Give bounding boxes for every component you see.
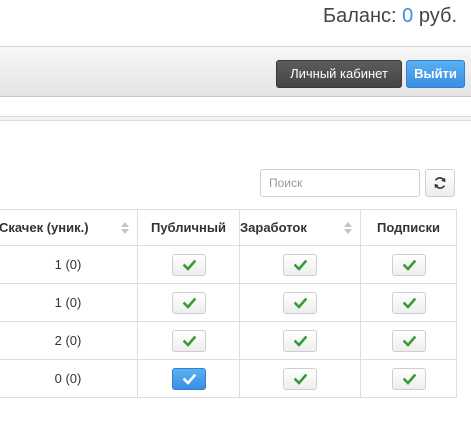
earnings-cell bbox=[239, 359, 361, 398]
public-toggle-button[interactable] bbox=[171, 253, 206, 276]
public-toggle-button[interactable] bbox=[171, 291, 206, 314]
public-cell bbox=[137, 321, 240, 360]
earnings-cell bbox=[239, 321, 361, 360]
table-row: 1 (0) bbox=[0, 245, 457, 284]
sub-bar bbox=[0, 97, 471, 117]
check-icon bbox=[402, 297, 416, 309]
search-input[interactable] bbox=[260, 169, 420, 197]
earnings-toggle-button[interactable] bbox=[283, 367, 317, 390]
column-header-public[interactable]: Публичный bbox=[137, 209, 240, 246]
earnings-toggle-button[interactable] bbox=[283, 291, 317, 314]
check-icon bbox=[402, 335, 416, 347]
column-header-earnings[interactable]: Заработок bbox=[239, 209, 361, 246]
downloads-cell: 1 (0) bbox=[0, 245, 138, 284]
table-row: 2 (0) bbox=[0, 321, 457, 360]
downloads-cell: 2 (0) bbox=[0, 321, 138, 360]
column-header-label: Публичный bbox=[150, 220, 227, 235]
sort-icon bbox=[121, 222, 129, 234]
earnings-cell bbox=[239, 283, 361, 322]
public-toggle-button[interactable] bbox=[171, 329, 206, 352]
downloads-cell: 0 (0) bbox=[0, 359, 138, 398]
public-cell bbox=[137, 283, 240, 322]
check-icon bbox=[402, 373, 416, 385]
sort-icon bbox=[344, 222, 352, 234]
earnings-cell bbox=[239, 245, 361, 284]
check-icon bbox=[182, 259, 196, 271]
public-cell bbox=[137, 359, 240, 398]
check-icon bbox=[402, 259, 416, 271]
check-icon bbox=[294, 335, 307, 347]
table-body: 1 (0) 1 (0) 2 (0) 0 (0) bbox=[0, 245, 457, 398]
refresh-icon bbox=[434, 177, 446, 189]
column-header-subscriptions[interactable]: Подписки bbox=[360, 209, 457, 246]
subscriptions-toggle-button[interactable] bbox=[391, 291, 426, 314]
subscriptions-toggle-button[interactable] bbox=[391, 367, 426, 390]
check-icon bbox=[182, 335, 196, 347]
column-header-label: Скачек (уник.) bbox=[0, 220, 89, 235]
check-icon bbox=[182, 373, 196, 385]
subscriptions-cell bbox=[360, 245, 457, 284]
files-table: Скачек (уник.) Публичный Заработок Подпи… bbox=[0, 209, 457, 398]
earnings-toggle-button[interactable] bbox=[283, 253, 317, 276]
column-header-label: Подписки bbox=[377, 220, 440, 235]
table-header-row: Скачек (уник.) Публичный Заработок Подпи… bbox=[0, 209, 457, 246]
personal-cabinet-button[interactable]: Личный кабинет bbox=[276, 60, 402, 88]
column-header-label: Заработок bbox=[240, 220, 307, 235]
top-bar: Баланс: 0 руб. bbox=[0, 0, 471, 46]
downloads-cell: 1 (0) bbox=[0, 283, 138, 322]
logout-button[interactable]: Выйти bbox=[406, 60, 465, 88]
balance-amount[interactable]: 0 bbox=[402, 5, 413, 27]
balance-display: Баланс: 0 руб. bbox=[323, 5, 457, 28]
balance-currency: руб. bbox=[418, 5, 457, 27]
check-icon bbox=[294, 373, 307, 385]
check-icon bbox=[182, 297, 196, 309]
subscriptions-toggle-button[interactable] bbox=[391, 329, 426, 352]
subscriptions-cell bbox=[360, 359, 457, 398]
earnings-toggle-button[interactable] bbox=[283, 329, 317, 352]
check-icon bbox=[294, 259, 307, 271]
balance-label: Баланс: bbox=[322, 5, 397, 27]
public-toggle-button[interactable] bbox=[171, 367, 206, 390]
table-row: 0 (0) bbox=[0, 359, 457, 398]
subscriptions-cell bbox=[360, 283, 457, 322]
subscriptions-cell bbox=[360, 321, 457, 360]
table-row: 1 (0) bbox=[0, 283, 457, 322]
check-icon bbox=[294, 297, 307, 309]
navbar: Личный кабинет Выйти bbox=[0, 46, 471, 97]
public-cell bbox=[137, 245, 240, 284]
subscriptions-toggle-button[interactable] bbox=[391, 253, 426, 276]
column-header-downloads[interactable]: Скачек (уник.) bbox=[0, 209, 138, 246]
refresh-button[interactable] bbox=[425, 169, 455, 197]
